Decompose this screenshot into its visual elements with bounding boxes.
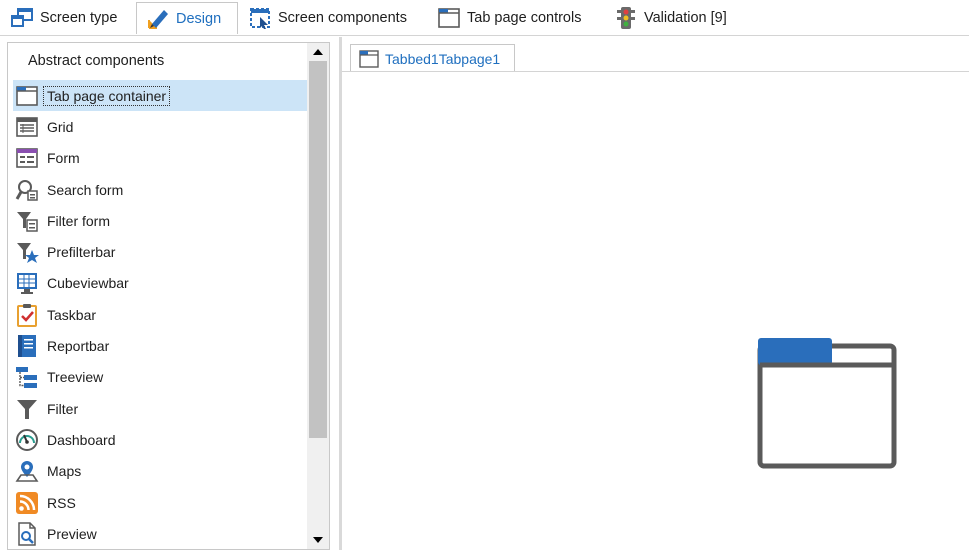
scroll-down-button[interactable] [307,531,329,549]
grid-icon [15,115,39,139]
abstract-components-panel: Abstract components Tab page container G… [7,42,330,550]
maps-icon [15,459,39,483]
search-form-icon [15,178,39,202]
reportbar-icon [15,334,39,358]
panel-title: Abstract components [28,53,165,69]
scrollbar-thumb[interactable] [309,61,327,438]
tab-page-icon [359,49,379,68]
preview-icon [15,522,39,546]
tab-label: Screen type [40,10,118,26]
list-item-filter-form[interactable]: Filter form [13,205,307,236]
design-canvas[interactable]: Tabbed1Tabpage1 [339,37,969,550]
tab-screen-type[interactable]: Screen type [10,2,117,34]
list-item-label: Maps [47,463,82,480]
list-item-label: RSS [47,494,76,511]
tab-page-container-icon [15,84,39,108]
arrow-up-icon [313,49,323,55]
list-item-preview[interactable]: Preview [13,518,307,549]
list-item-label: Cubeviewbar [47,275,129,292]
list-item-maps[interactable]: Maps [13,456,307,487]
dashboard-icon [15,428,39,452]
list-item-grid[interactable]: Grid [13,111,307,142]
tab-design[interactable]: Design [136,2,238,34]
form-icon [15,146,39,170]
list-item-label: Tab page container [42,85,171,106]
list-item-rss[interactable]: RSS [13,487,307,518]
filter-icon [15,397,39,421]
list-item-label: Treeview [47,369,104,386]
tab-label: Validation [9] [644,10,727,26]
inner-tab-label: Tabbed1Tabpage1 [385,50,501,67]
list-item-form[interactable]: Form [13,143,307,174]
list-item-label: Search form [47,181,124,198]
tab-screen-components[interactable]: Screen components [248,2,407,34]
list-item-label: Dashboard [47,431,116,448]
list-item-taskbar[interactable]: Taskbar [13,299,307,330]
list-item-label: Filter form [47,212,110,229]
list-item-reportbar[interactable]: Reportbar [13,330,307,361]
prefilterbar-icon [15,240,39,264]
design-pen-icon [146,7,170,31]
list-item-treeview[interactable]: Treeview [13,362,307,393]
tab-divider [342,71,969,72]
list-item-filter[interactable]: Filter [13,393,307,424]
list-item-label: Preview [47,525,97,542]
rss-icon [15,491,39,515]
screen-components-icon [248,6,272,30]
arrow-down-icon [313,537,323,543]
list-item-prefilterbar[interactable]: Prefilterbar [13,236,307,267]
top-tab-strip: Screen type Design Screen components Tab… [0,0,969,36]
tab-label: Screen components [278,10,407,26]
cubeviewbar-icon [15,271,39,295]
list-item-label: Taskbar [47,306,97,323]
list-item-search-form[interactable]: Search form [13,174,307,205]
tab-tabbed1tabpage1[interactable]: Tabbed1Tabpage1 [350,44,516,72]
tab-label: Design [176,10,222,27]
scroll-up-button[interactable] [307,43,329,61]
list-item-tab-page-container[interactable]: Tab page container [13,80,307,112]
list-item-label: Filter [47,400,79,417]
list-item-label: Prefilterbar [47,244,116,261]
vertical-scrollbar[interactable] [307,43,329,549]
tab-tab-page-controls[interactable]: Tab page controls [437,2,581,34]
tab-page-container-icon [757,338,897,469]
tab-label: Tab page controls [467,10,582,26]
screen-type-icon [10,6,34,30]
list-item-label: Reportbar [47,338,110,355]
tab-page-icon [437,6,461,30]
tab-validation[interactable]: Validation [9] [614,2,727,34]
list-item-dashboard[interactable]: Dashboard [13,424,307,455]
list-item-label: Form [47,150,80,167]
traffic-light-icon [614,6,638,30]
list-item-label: Grid [47,118,74,135]
component-list: Tab page container Grid Form Search form… [13,80,307,549]
filter-form-icon [15,209,39,233]
treeview-icon [15,365,39,389]
taskbar-icon [15,303,39,327]
list-item-cubeviewbar[interactable]: Cubeviewbar [13,268,307,299]
